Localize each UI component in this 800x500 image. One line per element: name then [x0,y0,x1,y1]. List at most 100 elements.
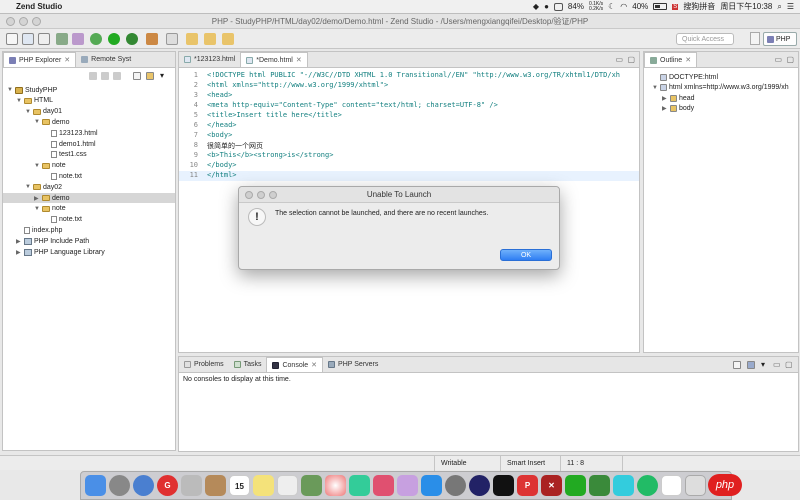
debug-icon[interactable] [90,33,102,45]
outline-item[interactable]: DOCTYPE:html [652,72,718,82]
tree-item[interactable]: ▼ demo [34,117,70,127]
app-chat-icon[interactable] [637,475,658,496]
music-icon[interactable] [373,475,394,496]
outline-item[interactable]: ▶ head [662,93,695,103]
minimize-window-button[interactable] [19,17,28,26]
minimize-view-icon[interactable]: ▭ [774,55,782,64]
app-p-icon[interactable]: P [517,475,538,496]
view-menu-icon[interactable]: ▾ [160,71,164,80]
collapsed-arrow-icon[interactable]: ▶ [662,105,668,112]
tree-item[interactable]: demo1.html [43,139,96,149]
tree-item[interactable]: 123123.html [43,128,98,138]
app-store-icon[interactable] [421,475,442,496]
tree-item[interactable]: note.txt [43,215,82,225]
tree-item[interactable]: ▼ day01 [25,107,62,117]
close-icon[interactable]: ✕ [685,56,691,64]
photos-icon[interactable] [325,475,346,496]
code-line[interactable]: </html> [207,171,237,179]
tree-item[interactable]: ▶ PHP Language Library [16,247,105,257]
notification-center-icon[interactable]: ☰ [787,2,794,11]
back-icon[interactable] [204,33,216,45]
tree-item[interactable]: index.php [16,225,62,235]
app-leaf-icon[interactable] [565,475,586,496]
tree-item[interactable]: test1.css [43,150,87,160]
expanded-arrow-icon[interactable]: ▼ [652,85,658,91]
finder-icon[interactable] [85,475,106,496]
tree-item[interactable]: ▶ PHP Include Path [16,236,89,246]
terminal-icon[interactable] [493,475,514,496]
link-editor-icon[interactable] [146,72,154,80]
moon-icon[interactable]: ☾ [608,2,615,11]
ibooks-icon[interactable] [397,475,418,496]
clock[interactable]: 周日下午10:38 [720,1,772,12]
app-g-icon[interactable]: G [157,475,178,496]
maximize-view-icon[interactable]: ▢ [786,55,794,64]
app-x-icon[interactable]: ✕ [541,475,562,496]
minimize-view-icon[interactable]: ▭ [615,55,623,64]
save-icon[interactable] [22,33,34,45]
forward-icon[interactable] [222,33,234,45]
run-icon[interactable] [108,33,120,45]
new-icon[interactable] [6,33,18,45]
tab-demo-html[interactable]: *Demo.html ✕ [240,52,308,67]
expanded-arrow-icon[interactable]: ▼ [16,98,22,104]
expanded-arrow-icon[interactable]: ▼ [34,119,40,125]
search-icon[interactable]: ⌕ [777,2,781,12]
zend-studio-icon[interactable] [469,475,490,496]
expanded-arrow-icon[interactable]: ▼ [25,184,31,190]
collapsed-arrow-icon[interactable]: ▶ [34,195,40,202]
outline-item[interactable]: ▼ html xmlns=http://www.w3.org/1999/xh [652,83,789,93]
maximize-view-icon[interactable]: ▢ [627,55,635,64]
mail-icon[interactable] [181,475,202,496]
tab-remote-systems[interactable]: Remote Syst [76,52,136,67]
code-line[interactable]: <!DOCTYPE html PUBLIC "-//W3C//DTD XHTML… [207,71,620,79]
code-line[interactable]: <meta http-equiv="Content-Type" content=… [207,101,498,109]
app-menu-name[interactable]: Zend Studio [16,2,62,11]
shield-icon[interactable]: ● [544,2,549,11]
zoom-window-button[interactable] [32,17,41,26]
tree-item[interactable]: ▼ day02 [25,182,62,192]
code-line[interactable]: <html xmlns="http://www.w3.org/1999/xhtm… [207,81,388,89]
contacts-icon[interactable] [205,475,226,496]
app-check-icon[interactable] [589,475,610,496]
close-window-button[interactable] [6,17,15,26]
notes-icon[interactable] [253,475,274,496]
tab-php-explorer[interactable]: PHP Explorer ✕ [3,52,77,67]
expanded-arrow-icon[interactable]: ▼ [7,87,13,93]
tab-123123-html[interactable]: *123123.html [179,52,240,67]
expanded-arrow-icon[interactable]: ▼ [34,206,40,212]
display-console-icon[interactable] [733,361,741,369]
external-tools-icon[interactable] [126,33,138,45]
code-line[interactable]: <body> [207,131,232,139]
messages-icon[interactable] [349,475,370,496]
reminders-icon[interactable] [277,475,298,496]
ok-button[interactable]: OK [500,249,552,261]
outline-item[interactable]: ▶ body [662,104,694,114]
php-project-icon[interactable] [56,33,68,45]
php-file-icon[interactable] [72,33,84,45]
minimize-view-icon[interactable]: ▭ [773,360,781,369]
up-nav-icon[interactable] [113,72,121,80]
expanded-arrow-icon[interactable]: ▼ [25,109,31,115]
system-preferences-icon[interactable] [445,475,466,496]
downloads-icon[interactable] [685,475,706,496]
battery-icon[interactable] [653,3,668,10]
tree-item[interactable]: ▶ demo [3,193,175,203]
code-line[interactable]: <title>Insert title here</title> [207,111,342,119]
view-menu-icon[interactable]: ▾ [761,360,765,369]
code-line[interactable]: <head> [207,91,232,99]
expanded-arrow-icon[interactable]: ▼ [34,163,40,169]
open-type-icon[interactable] [186,33,198,45]
safari-icon[interactable] [133,475,154,496]
tree-item[interactable]: ▼ note [34,204,66,214]
tab-console[interactable]: Console ✕ [266,357,324,372]
tree-item[interactable]: ▼ note [34,161,66,171]
launchpad-icon[interactable] [109,475,130,496]
maps-icon[interactable] [301,475,322,496]
app-teal-icon[interactable] [613,475,634,496]
dialog-close-button[interactable] [245,191,253,199]
document-icon[interactable] [661,475,682,496]
forward-nav-icon[interactable] [101,72,109,80]
code-line[interactable]: <b>This</b><strong>is</strong> [207,151,333,159]
close-icon[interactable]: ✕ [296,56,302,64]
